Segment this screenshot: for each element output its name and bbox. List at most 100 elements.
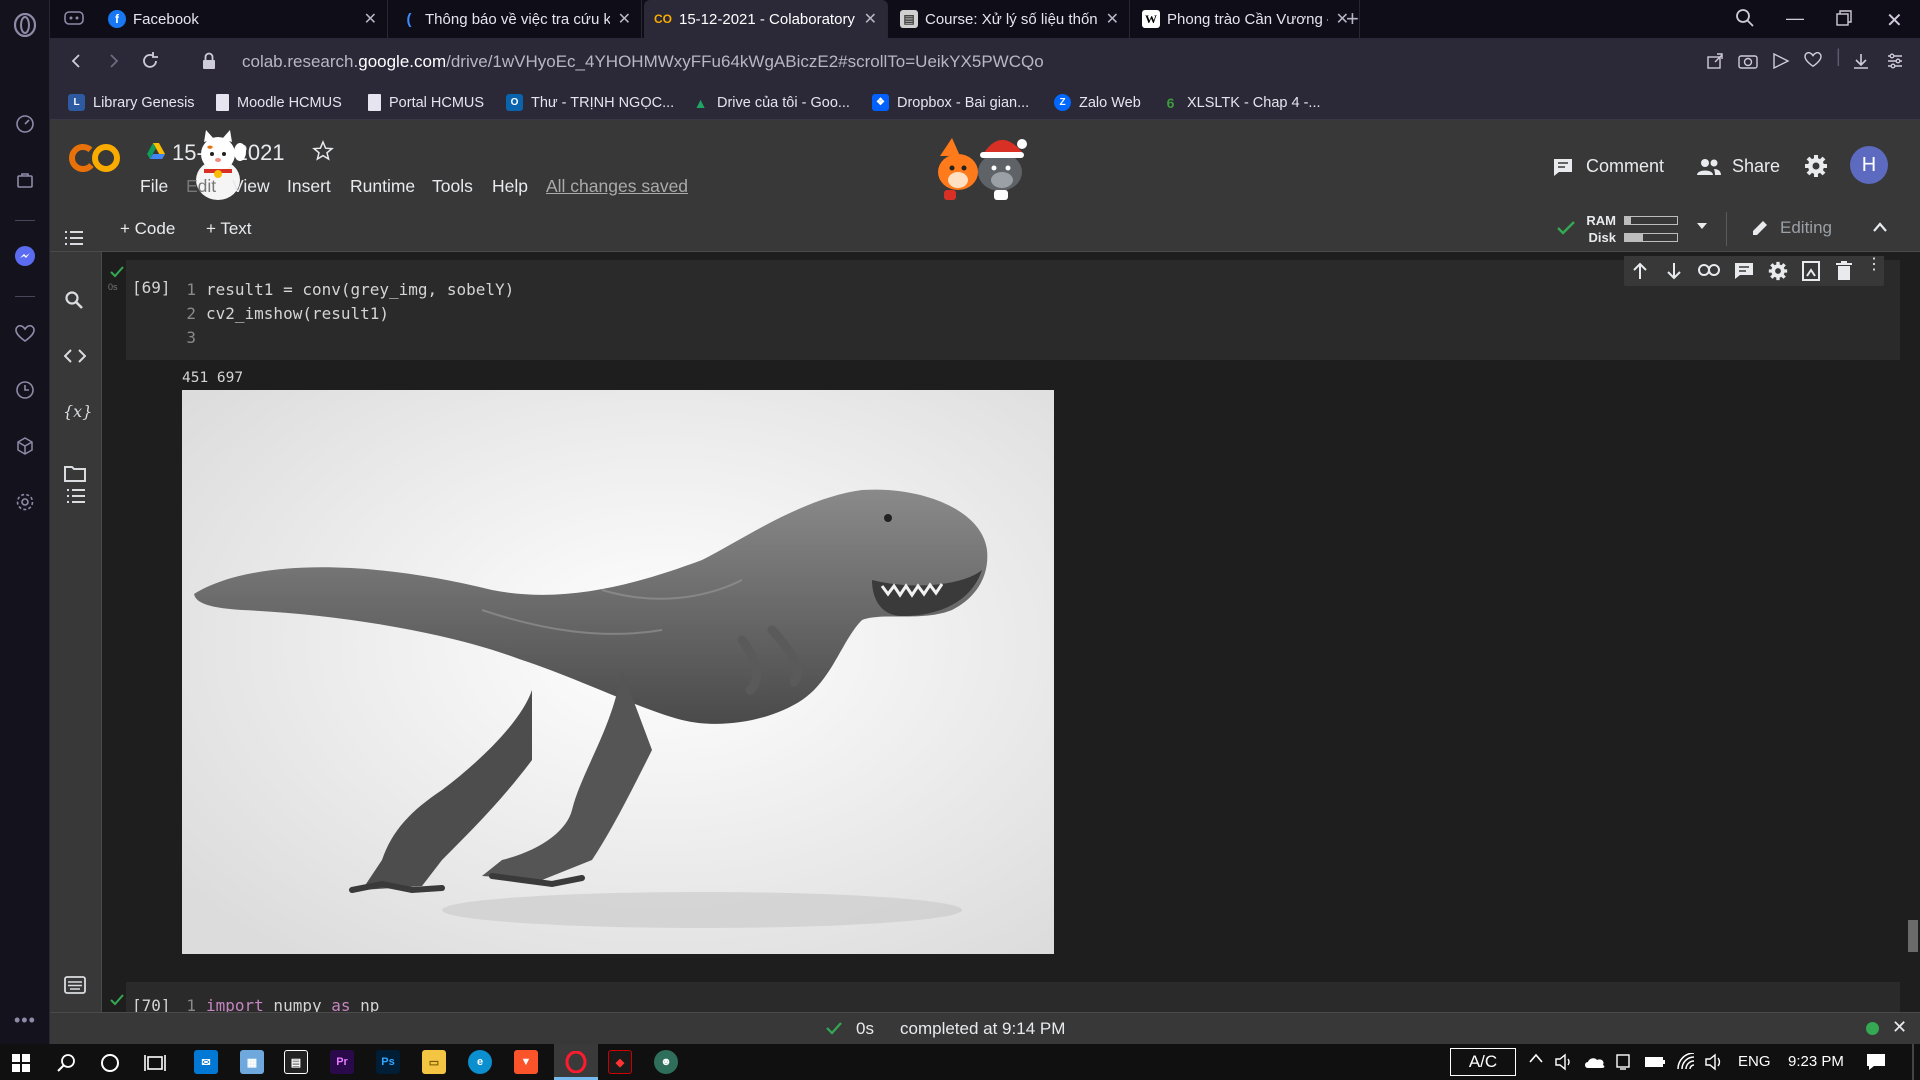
new-tab-button[interactable]: + <box>1346 6 1359 32</box>
show-hidden-icons-icon[interactable] <box>1528 1053 1544 1063</box>
search-icon[interactable] <box>64 290 84 310</box>
photoshop-icon[interactable]: Ps <box>376 1050 400 1074</box>
bookmark-outlook[interactable]: O Thư - TRỊNH NGỌC... <box>506 94 674 111</box>
star-icon[interactable] <box>312 140 334 162</box>
table-of-contents-icon[interactable] <box>64 484 88 508</box>
opera-logo-icon[interactable] <box>13 13 37 37</box>
lock-icon[interactable] <box>202 52 216 70</box>
battery-icon[interactable] <box>1644 1055 1666 1069</box>
menu-file[interactable]: File <box>140 176 168 197</box>
ac-indicator[interactable]: A/C <box>1450 1048 1516 1076</box>
cell-settings-icon[interactable] <box>1768 261 1788 281</box>
command-palette-icon[interactable] <box>64 976 86 994</box>
premiere-icon[interactable]: Pr <box>330 1050 354 1074</box>
bookmark-drive[interactable]: ▲ Drive của tôi - Goo... <box>692 94 850 111</box>
bookmark-moodle-hcmus[interactable]: Moodle HCMUS <box>216 94 342 111</box>
delete-cell-icon[interactable] <box>1836 261 1852 281</box>
close-window-icon[interactable]: ✕ <box>1886 8 1903 33</box>
editing-mode-button[interactable]: Editing <box>1750 218 1832 238</box>
volume-icon[interactable] <box>1554 1053 1574 1071</box>
tab-moodle[interactable]: ( Thông báo về việc tra cứu k ✕ <box>390 0 642 38</box>
files-folder-icon[interactable] <box>64 464 86 482</box>
input-language[interactable]: ENG <box>1738 1053 1771 1070</box>
save-status[interactable]: All changes saved <box>546 176 688 197</box>
add-text-button[interactable]: + Text <box>206 219 252 239</box>
clock[interactable]: 9:23 PM <box>1788 1053 1844 1070</box>
close-tab-icon[interactable]: ✕ <box>864 9 877 29</box>
file-explorer-icon[interactable]: ▭ <box>422 1050 446 1074</box>
device-icon[interactable] <box>1614 1053 1632 1071</box>
gear-icon[interactable] <box>1804 154 1828 178</box>
bookmark-heart-icon[interactable] <box>1804 52 1822 68</box>
history-icon[interactable] <box>13 378 37 402</box>
brave-icon[interactable]: ▼ <box>514 1050 538 1074</box>
restore-icon[interactable] <box>1836 10 1852 26</box>
wifi-icon[interactable] <box>1676 1053 1696 1071</box>
move-cell-up-icon[interactable] <box>1632 262 1648 280</box>
comment-button[interactable]: Comment <box>1552 156 1664 177</box>
shopping-icon[interactable] <box>13 168 37 192</box>
minimize-icon[interactable]: — <box>1786 8 1804 29</box>
code-snippets-icon[interactable] <box>64 348 86 364</box>
more-icon[interactable]: ••• <box>14 1010 36 1031</box>
search-icon[interactable] <box>56 1053 76 1073</box>
tab-course[interactable]: ▤ Course: Xử lý số liệu thống ✕ <box>890 0 1130 38</box>
tab-facebook[interactable]: f Facebook ✕ <box>98 0 388 38</box>
extensions-icon[interactable] <box>13 434 37 458</box>
mail-icon[interactable]: ✉ <box>194 1050 218 1074</box>
resources-labels[interactable]: RAM Disk <box>1584 212 1616 246</box>
add-comment-icon[interactable] <box>1734 262 1754 280</box>
bookmark-xlsltk[interactable]: 6 XLSLTK - Chap 4 -... <box>1162 94 1321 111</box>
menu-view[interactable]: View <box>232 176 270 197</box>
code-cell[interactable]: 0s [69] 1 result1 = conv(grey_img, sobelY… <box>108 256 1900 360</box>
colab-logo-icon[interactable] <box>68 142 122 174</box>
menu-help[interactable]: Help <box>492 176 528 197</box>
close-status-icon[interactable]: ✕ <box>1892 1017 1907 1038</box>
bookmark-portal-hcmus[interactable]: Portal HCMUS <box>368 94 484 111</box>
opera-taskbar-active[interactable] <box>554 1044 598 1080</box>
windows-start-icon[interactable] <box>12 1054 30 1072</box>
reload-icon[interactable] <box>140 51 160 71</box>
avatar[interactable]: H <box>1850 146 1888 184</box>
settings-icon[interactable] <box>13 490 37 514</box>
code-line[interactable]: 1 import numpy as np <box>182 996 379 1012</box>
onedrive-icon[interactable] <box>1584 1055 1606 1069</box>
scrollbar-thumb[interactable] <box>1908 920 1918 952</box>
send-icon[interactable] <box>1772 52 1790 70</box>
menu-tools[interactable]: Tools <box>432 176 473 197</box>
url-field[interactable]: colab.research.google.com/drive/1wVHyoEc… <box>242 52 1044 72</box>
task-view-icon[interactable] <box>144 1053 166 1073</box>
back-icon[interactable] <box>68 52 86 70</box>
store-icon[interactable]: ▤ <box>284 1050 308 1074</box>
speaker-icon[interactable] <box>1704 1053 1724 1071</box>
code-cell[interactable]: [70] 1 import numpy as np <box>110 982 1900 1012</box>
completed-status[interactable]: completed at 9:14 PM <box>900 1019 1065 1039</box>
messenger-icon[interactable] <box>13 244 37 268</box>
link-to-cell-icon[interactable] <box>1698 264 1720 276</box>
move-cell-down-icon[interactable] <box>1666 262 1682 280</box>
cortana-icon[interactable] <box>100 1053 120 1073</box>
search-tabs-icon[interactable] <box>1735 8 1755 28</box>
collapse-header-icon[interactable] <box>1872 222 1888 232</box>
close-tab-icon[interactable]: ✕ <box>1106 9 1119 29</box>
menu-edit[interactable]: Edit <box>186 176 216 197</box>
notification-center-icon[interactable] <box>1866 1053 1886 1071</box>
bookmark-dropbox[interactable]: ❖ Dropbox - Bai gian... <box>872 94 1029 111</box>
share-page-icon[interactable] <box>1706 52 1724 70</box>
tab-colab[interactable]: CO 15-12-2021 - Colaboratory ✕ <box>644 0 888 38</box>
game-app-icon[interactable]: ◆ <box>608 1050 632 1074</box>
run-success-check-icon[interactable] <box>110 266 124 278</box>
tab-menu-icon[interactable] <box>64 10 84 26</box>
menu-insert[interactable]: Insert <box>287 176 331 197</box>
add-code-button[interactable]: + Code <box>120 219 175 239</box>
variables-icon[interactable]: {x} <box>63 402 92 421</box>
show-desktop-button[interactable] <box>1912 1044 1914 1080</box>
close-tab-icon[interactable]: ✕ <box>364 9 377 29</box>
download-icon[interactable] <box>1852 52 1870 70</box>
heart-icon[interactable] <box>13 322 37 346</box>
easy-setup-icon[interactable] <box>1886 52 1904 70</box>
chat-app-icon[interactable]: ☻ <box>654 1050 678 1074</box>
snapshot-icon[interactable] <box>1738 52 1758 70</box>
tab-wikipedia[interactable]: W Phong trào Cần Vương – Wi ✕ <box>1132 0 1360 38</box>
table-of-contents-icon[interactable] <box>64 230 84 246</box>
